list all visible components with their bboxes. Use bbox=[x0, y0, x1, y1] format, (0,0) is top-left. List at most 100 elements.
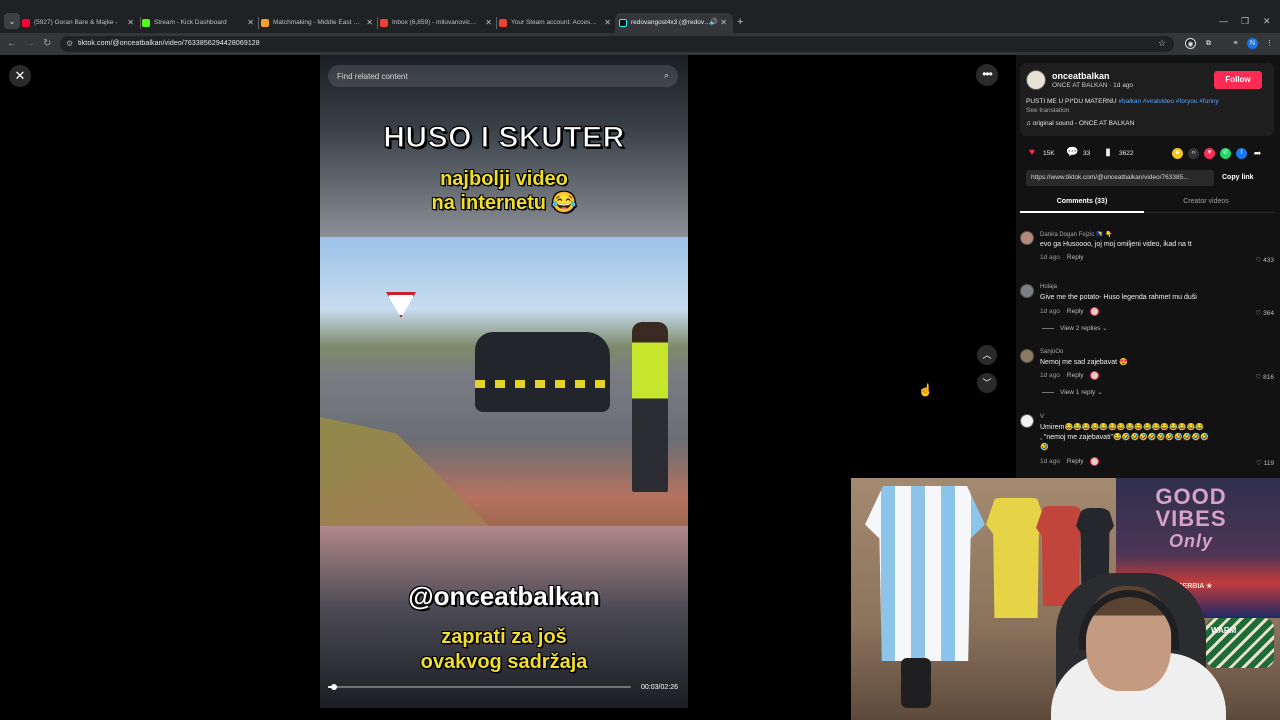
hashtags[interactable]: #balkan #viralvideo #foryou #funny bbox=[1118, 98, 1218, 105]
copy-link-button[interactable]: Copy link bbox=[1222, 174, 1254, 181]
view-replies-text: View 1 reply ⌄ bbox=[1060, 389, 1103, 396]
browser-menu-icon[interactable]: ⋮ bbox=[1264, 38, 1275, 49]
share-link-field[interactable]: https://www.tiktok.com/@onceatbalkan/vid… bbox=[1026, 170, 1214, 186]
view-replies-link[interactable]: View 2 replies ⌄ bbox=[1042, 324, 1108, 332]
close-tab-icon[interactable]: ✕ bbox=[127, 13, 134, 33]
browser-tab[interactable]: Your Steam account: Access fro ✕ bbox=[499, 13, 617, 33]
roadside-grass bbox=[320, 417, 490, 527]
view-replies-text: View 2 replies ⌄ bbox=[1060, 325, 1108, 332]
close-tab-icon[interactable]: ✕ bbox=[247, 13, 254, 33]
author-avatar[interactable] bbox=[1026, 70, 1046, 90]
sound-link[interactable]: ♫ original sound - ONCE AT BALKAN bbox=[1026, 120, 1134, 127]
tab-separator bbox=[377, 17, 378, 29]
hat-text: WARM bbox=[1211, 626, 1237, 635]
author-username[interactable]: onceatbalkan bbox=[1052, 71, 1110, 81]
browser-tab[interactable]: Stream - Kick Dashboard ✕ bbox=[142, 13, 260, 33]
search-icon[interactable]: ⌕ bbox=[664, 70, 669, 81]
commenter-name[interactable]: Holaja bbox=[1040, 284, 1057, 290]
extension-icon[interactable]: ◉ bbox=[1185, 38, 1196, 49]
comment-text: evo ga Husoooo, joj moj omiljeni video, … bbox=[1040, 241, 1192, 248]
comment-text-line: 🤣 bbox=[1040, 444, 1049, 451]
kick-icon bbox=[142, 19, 150, 27]
close-tab-icon[interactable]: ✕ bbox=[485, 13, 492, 33]
browser-tab[interactable]: (5927) Goran Bare & Majke - ✕ bbox=[22, 13, 140, 33]
comment-like[interactable]: ♡ 364 bbox=[1256, 309, 1275, 317]
commenter-name[interactable]: V bbox=[1040, 414, 1044, 420]
reload-icon[interactable]: ↻ bbox=[43, 38, 51, 49]
comment-like[interactable]: ♡ 433 bbox=[1256, 256, 1275, 264]
close-tab-icon[interactable]: ✕ bbox=[604, 13, 611, 33]
follow-button[interactable]: Follow bbox=[1214, 71, 1262, 89]
tab-search-icon[interactable]: ⌄ bbox=[4, 13, 20, 29]
tab-creator-videos[interactable]: Creator videos bbox=[1144, 198, 1268, 205]
audio-playing-icon[interactable]: 🔊 bbox=[709, 13, 718, 33]
comment-icon[interactable]: 💬 bbox=[1066, 147, 1078, 159]
close-tab-icon[interactable]: ✕ bbox=[366, 13, 373, 33]
description-text: PUSTI ME U PI*DU MATERNU bbox=[1026, 98, 1117, 105]
comment-like[interactable]: ♡ 816 bbox=[1256, 373, 1275, 381]
tab-title: Matchmaking - Middle East Se bbox=[273, 19, 361, 26]
media-control-icon[interactable]: ≡ bbox=[1230, 38, 1241, 49]
comment-time: 1d ago bbox=[1040, 372, 1060, 380]
browser-tab[interactable]: Matchmaking - Middle East Se ✕ bbox=[261, 13, 379, 33]
commenter-avatar[interactable] bbox=[1020, 349, 1034, 363]
video-scene bbox=[320, 237, 688, 527]
forward-icon[interactable]: → bbox=[25, 38, 35, 49]
commenter-name[interactable]: Danira Dogan Fejzic 🇧🇦 👇 bbox=[1040, 231, 1113, 238]
browser-tab[interactable]: Inbox (6,859) - milovanovicnen ✕ bbox=[380, 13, 498, 33]
see-translation-link[interactable]: See translation bbox=[1026, 107, 1069, 114]
creator-liked-avatar bbox=[1089, 371, 1099, 380]
close-window-icon[interactable]: ✕ bbox=[1263, 16, 1271, 27]
reply-button[interactable]: Reply bbox=[1067, 372, 1084, 379]
video-progress-bar[interactable] bbox=[328, 684, 631, 690]
maximize-icon[interactable]: ❐ bbox=[1241, 16, 1249, 27]
related-search-bar[interactable]: Find related content ⌕ bbox=[328, 65, 678, 87]
commenter-name[interactable]: SanjoOo bbox=[1040, 349, 1063, 355]
next-video-button[interactable]: ﹀ bbox=[977, 373, 997, 393]
extensions-puzzle-icon[interactable]: ⧉ bbox=[1203, 38, 1214, 49]
commenter-avatar[interactable] bbox=[1020, 284, 1034, 298]
video-caption-sub: najbolji video bbox=[440, 168, 568, 190]
close-tab-icon[interactable]: ✕ bbox=[720, 13, 727, 33]
comment-time: 1d ago bbox=[1040, 308, 1060, 316]
embed-icon[interactable]: ‹› bbox=[1188, 148, 1199, 159]
minimize-icon[interactable]: — bbox=[1219, 16, 1228, 26]
video-player[interactable]: Find related content ⌕ HUSO I SKUTER naj… bbox=[320, 55, 688, 708]
bookmark-star-icon[interactable]: ☆ bbox=[1158, 38, 1166, 49]
reply-button[interactable]: Reply bbox=[1067, 308, 1084, 315]
share-arrow-icon[interactable]: ➦ bbox=[1252, 148, 1263, 159]
comment-count: 33 bbox=[1083, 150, 1091, 157]
address-bar[interactable]: ⚙ tiktok.com/@onceatbalkan/video/7633856… bbox=[60, 36, 1174, 52]
creator-liked-avatar bbox=[1089, 457, 1099, 466]
back-icon[interactable]: ← bbox=[7, 38, 17, 49]
like-heart-icon[interactable]: ♥ bbox=[1026, 147, 1038, 159]
url-text[interactable]: tiktok.com/@onceatbalkan/video/763385629… bbox=[78, 40, 260, 47]
comment-meta: 1d ago Reply bbox=[1040, 254, 1084, 261]
profile-avatar[interactable]: N bbox=[1247, 38, 1258, 49]
whatsapp-icon[interactable]: ✆ bbox=[1220, 148, 1231, 159]
comment-time: 1d ago bbox=[1040, 254, 1060, 261]
facebook-icon[interactable]: f bbox=[1236, 148, 1247, 159]
video-description: PUSTI ME U PI*DU MATERNU #balkan #viralv… bbox=[1026, 98, 1219, 105]
bookmark-icon[interactable]: ▮ bbox=[1102, 147, 1114, 159]
gmail-icon bbox=[380, 19, 388, 27]
repost-icon[interactable]: ☻ bbox=[1172, 148, 1183, 159]
comment-like[interactable]: ♡ 119 bbox=[1256, 459, 1274, 467]
browser-tab-active[interactable]: redovangost4x3 (@redovan 🔊 ✕ bbox=[615, 13, 733, 33]
previous-video-button[interactable]: ︿ bbox=[977, 345, 997, 365]
comment-time: 1d ago bbox=[1040, 458, 1060, 466]
reply-button[interactable]: Reply bbox=[1067, 254, 1084, 261]
view-replies-link[interactable]: View 1 reply ⌄ bbox=[1042, 388, 1103, 396]
send-to-friends-icon[interactable]: ▼ bbox=[1204, 148, 1215, 159]
more-options-button[interactable]: ••• bbox=[976, 64, 998, 86]
new-tab-icon[interactable]: + bbox=[737, 16, 743, 28]
progress-handle[interactable] bbox=[331, 684, 338, 690]
commenter-avatar[interactable] bbox=[1020, 231, 1034, 245]
close-video-button[interactable]: ✕ bbox=[9, 65, 31, 87]
commenter-avatar[interactable] bbox=[1020, 414, 1034, 428]
hand-cursor-icon: ☝ bbox=[918, 383, 933, 397]
site-info-icon[interactable]: ⚙ bbox=[66, 39, 73, 48]
tab-comments[interactable]: Comments (33) bbox=[1020, 198, 1144, 205]
reply-button[interactable]: Reply bbox=[1067, 458, 1084, 465]
video-time: 00:03/02:26 bbox=[641, 684, 678, 691]
